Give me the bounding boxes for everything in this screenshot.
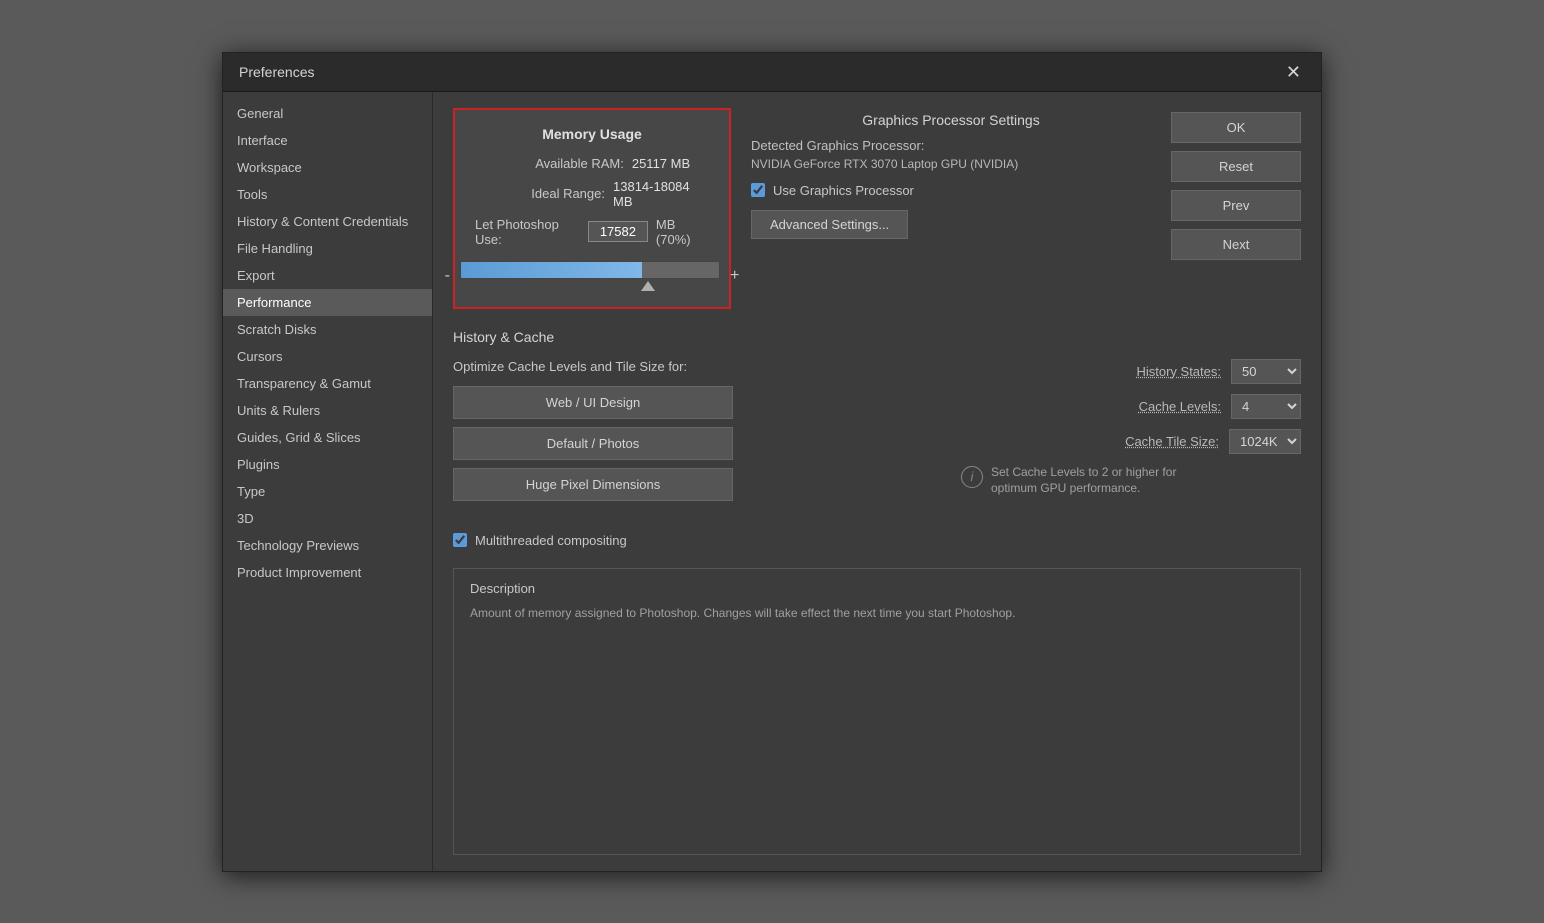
slider-thumb[interactable]	[641, 281, 655, 291]
let-use-label: Let Photoshop Use:	[475, 217, 580, 247]
cache-info-text: Set Cache Levels to 2 or higher for opti…	[991, 464, 1211, 498]
next-button[interactable]: Next	[1171, 229, 1301, 260]
sidebar-item-type[interactable]: Type	[223, 478, 432, 505]
graphics-title: Graphics Processor Settings	[751, 112, 1151, 128]
multithreaded-label: Multithreaded compositing	[475, 533, 627, 548]
sidebar-item-plugins[interactable]: Plugins	[223, 451, 432, 478]
history-states-row: History States: 50 20 100	[961, 359, 1301, 384]
use-graphics-processor-checkbox[interactable]	[751, 183, 765, 197]
dialog-title: Preferences	[239, 64, 314, 80]
multithreaded-checkbox[interactable]	[453, 533, 467, 547]
advanced-settings-button[interactable]: Advanced Settings...	[751, 210, 908, 239]
sidebar-item-performance[interactable]: Performance	[223, 289, 432, 316]
web-ui-design-button[interactable]: Web / UI Design	[453, 386, 733, 419]
slider-thumb-row	[525, 281, 655, 291]
description-text: Amount of memory assigned to Photoshop. …	[470, 604, 1284, 622]
cache-body: Optimize Cache Levels and Tile Size for:…	[453, 359, 1301, 509]
cache-right: History States: 50 20 100 Cache Levels: …	[961, 359, 1301, 498]
use-graphics-processor-row: Use Graphics Processor	[751, 183, 1151, 198]
available-ram-row: Available RAM: 25117 MB	[475, 156, 709, 171]
history-states-label: History States:	[1136, 364, 1221, 379]
available-ram-label: Available RAM:	[494, 156, 624, 171]
memory-usage-box: Memory Usage Available RAM: 25117 MB Ide…	[453, 108, 731, 309]
sidebar: General Interface Workspace Tools Histor…	[223, 92, 433, 871]
preferences-dialog: Preferences ✕ General Interface Workspac…	[222, 52, 1322, 872]
main-content: Memory Usage Available RAM: 25117 MB Ide…	[433, 92, 1321, 871]
prev-button[interactable]: Prev	[1171, 190, 1301, 221]
sidebar-item-interface[interactable]: Interface	[223, 127, 432, 154]
top-section: Memory Usage Available RAM: 25117 MB Ide…	[453, 108, 1301, 309]
cache-info-row: i Set Cache Levels to 2 or higher for op…	[961, 464, 1301, 498]
sidebar-item-cursors[interactable]: Cursors	[223, 343, 432, 370]
title-bar: Preferences ✕	[223, 53, 1321, 92]
dialog-body: General Interface Workspace Tools Histor…	[223, 92, 1321, 871]
default-photos-button[interactable]: Default / Photos	[453, 427, 733, 460]
use-graphics-processor-label: Use Graphics Processor	[773, 183, 914, 198]
memory-pct: MB (70%)	[656, 217, 709, 247]
close-button[interactable]: ✕	[1282, 63, 1305, 81]
memory-slider-fill	[461, 262, 642, 278]
right-buttons: OK Reset Prev Next	[1171, 108, 1301, 260]
sidebar-item-workspace[interactable]: Workspace	[223, 154, 432, 181]
optimize-label: Optimize Cache Levels and Tile Size for:	[453, 359, 941, 374]
slider-decrease-button[interactable]: -	[445, 267, 450, 285]
ideal-range-value: 13814-18084 MB	[613, 179, 709, 209]
multithreaded-row: Multithreaded compositing	[453, 529, 1301, 552]
available-ram-value: 25117 MB	[632, 156, 690, 171]
reset-button[interactable]: Reset	[1171, 151, 1301, 182]
graphics-detected-value: NVIDIA GeForce RTX 3070 Laptop GPU (NVID…	[751, 157, 1151, 171]
cache-tile-select[interactable]: 1024K 512K 2048K	[1229, 429, 1301, 454]
sidebar-item-3d[interactable]: 3D	[223, 505, 432, 532]
huge-pixel-button[interactable]: Huge Pixel Dimensions	[453, 468, 733, 501]
cache-left: Optimize Cache Levels and Tile Size for:…	[453, 359, 941, 509]
sidebar-item-tools[interactable]: Tools	[223, 181, 432, 208]
history-cache-section: History & Cache Optimize Cache Levels an…	[453, 325, 1301, 513]
ideal-range-row: Ideal Range: 13814-18084 MB	[475, 179, 709, 209]
memory-value-input[interactable]	[588, 221, 648, 242]
let-use-row: Let Photoshop Use: MB (70%)	[475, 217, 709, 247]
slider-wrapper	[460, 261, 720, 291]
sidebar-item-general[interactable]: General	[223, 100, 432, 127]
cache-levels-row: Cache Levels: 4 2 6 8	[961, 394, 1301, 419]
cache-tile-row: Cache Tile Size: 1024K 512K 2048K	[961, 429, 1301, 454]
graphics-processor-box: Graphics Processor Settings Detected Gra…	[751, 108, 1151, 243]
memory-slider-track[interactable]	[460, 261, 720, 279]
ideal-range-label: Ideal Range:	[475, 186, 605, 201]
sidebar-item-transparency[interactable]: Transparency & Gamut	[223, 370, 432, 397]
memory-usage-title: Memory Usage	[475, 126, 709, 142]
history-cache-title: History & Cache	[453, 329, 1301, 345]
sidebar-item-guides[interactable]: Guides, Grid & Slices	[223, 424, 432, 451]
cache-levels-label: Cache Levels:	[1139, 399, 1221, 414]
cache-levels-select[interactable]: 4 2 6 8	[1231, 394, 1301, 419]
graphics-detected-label: Detected Graphics Processor:	[751, 138, 1151, 153]
sidebar-item-tech-previews[interactable]: Technology Previews	[223, 532, 432, 559]
info-icon: i	[961, 466, 983, 488]
sidebar-item-product-improvement[interactable]: Product Improvement	[223, 559, 432, 586]
history-states-select[interactable]: 50 20 100	[1231, 359, 1301, 384]
cache-tile-label: Cache Tile Size:	[1125, 434, 1219, 449]
sidebar-item-file-handling[interactable]: File Handling	[223, 235, 432, 262]
sidebar-item-export[interactable]: Export	[223, 262, 432, 289]
description-title: Description	[470, 581, 1284, 596]
description-section: Description Amount of memory assigned to…	[453, 568, 1301, 855]
ok-button[interactable]: OK	[1171, 112, 1301, 143]
sidebar-item-units[interactable]: Units & Rulers	[223, 397, 432, 424]
slider-increase-button[interactable]: +	[730, 267, 739, 285]
sidebar-item-scratch-disks[interactable]: Scratch Disks	[223, 316, 432, 343]
sidebar-item-history[interactable]: History & Content Credentials	[223, 208, 432, 235]
memory-slider-row: - +	[475, 261, 709, 291]
